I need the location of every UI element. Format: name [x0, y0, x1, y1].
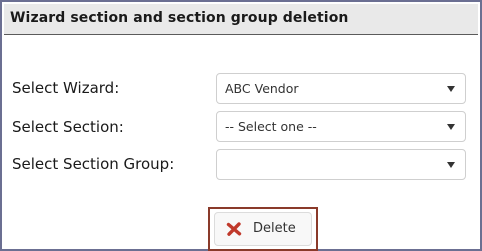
wizard-select-value: ABC Vendor [225, 81, 299, 96]
x-icon [226, 222, 242, 236]
panel-title: Wizard section and section group deletio… [10, 10, 349, 26]
chevron-down-icon [447, 124, 455, 130]
section-select-value: -- Select one -- [225, 119, 317, 134]
deletion-panel: Wizard section and section group deletio… [0, 0, 482, 251]
delete-button-label: Delete [253, 221, 296, 236]
chevron-down-icon [447, 86, 455, 92]
section-group-label: Select Section Group: [12, 155, 175, 173]
wizard-select[interactable]: ABC Vendor [216, 73, 466, 104]
section-label: Select Section: [12, 118, 124, 136]
section-group-select[interactable] [216, 149, 466, 180]
panel-header: Wizard section and section group deletio… [4, 4, 478, 35]
wizard-label: Select Wizard: [12, 79, 120, 97]
chevron-down-icon [447, 162, 455, 168]
section-select[interactable]: -- Select one -- [216, 111, 466, 142]
delete-button[interactable]: Delete [214, 212, 312, 246]
